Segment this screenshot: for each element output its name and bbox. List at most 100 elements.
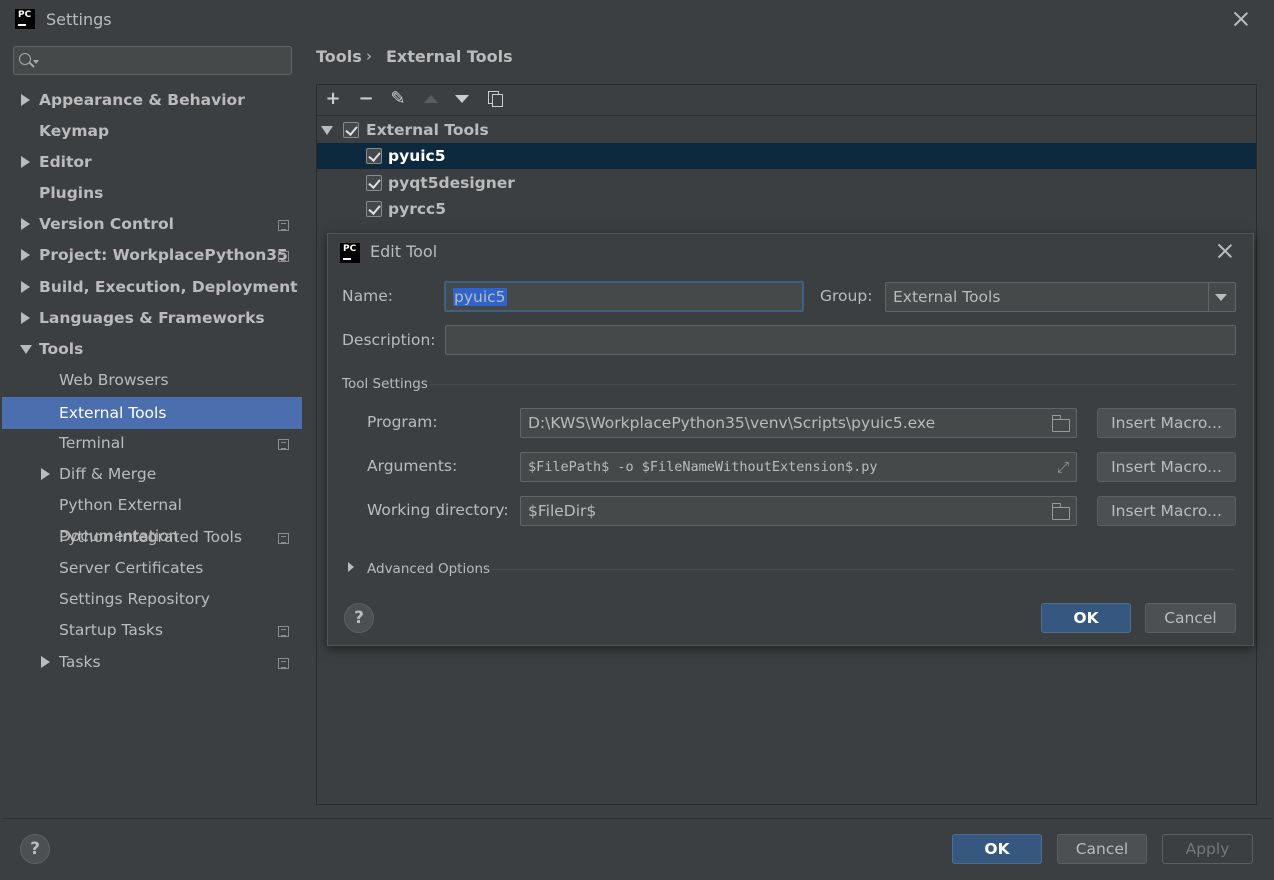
tree-item-pyqt5designer[interactable]: pyqt5designer: [317, 170, 1256, 196]
expand-icon[interactable]: ⤢: [1055, 459, 1071, 475]
breadcrumb-current: External Tools: [386, 47, 513, 66]
sidebar-item-tools[interactable]: Tools: [2, 334, 302, 365]
chevron-right-icon: [41, 468, 50, 480]
chevron-down-icon: [1215, 294, 1227, 301]
checkbox-icon[interactable]: [366, 148, 382, 164]
search-input[interactable]: [13, 46, 292, 75]
arguments-insert-macro-button[interactable]: Insert Macro...: [1097, 452, 1236, 482]
program-field[interactable]: D:\KWS\WorkplacePython35\venv\Scripts\py…: [520, 408, 1077, 438]
sidebar-item-project[interactable]: Project: WorkplacePython35: [2, 240, 302, 271]
sidebar-item-label: Settings Repository: [59, 590, 210, 608]
workdir-label: Working directory:: [367, 501, 509, 519]
checkbox-icon[interactable]: [366, 175, 382, 191]
close-icon[interactable]: [1234, 12, 1248, 26]
workdir-field-value: $FileDir$: [528, 502, 597, 520]
sidebar-item-label: Tasks: [59, 653, 101, 671]
sidebar-item-web-browsers[interactable]: Web Browsers: [2, 365, 302, 396]
ok-button[interactable]: OK: [952, 834, 1042, 864]
dialog-ok-button[interactable]: OK: [1041, 603, 1131, 633]
dialog-help-button[interactable]: ?: [344, 603, 374, 633]
tree-item-pyuic5[interactable]: pyuic5: [317, 143, 1256, 169]
project-scope-icon: [278, 251, 289, 262]
chevron-down-icon: [20, 345, 32, 354]
search-history-chevron-icon[interactable]: [33, 60, 39, 64]
cancel-button[interactable]: Cancel: [1057, 834, 1147, 864]
tree-item-label: pyrcc5: [388, 200, 447, 218]
sidebar-item-settings-repository[interactable]: Settings Repository: [2, 584, 302, 615]
workdir-field[interactable]: $FileDir$: [520, 496, 1077, 526]
sidebar-item-plugins[interactable]: Plugins: [2, 178, 302, 209]
sidebar-item-python-ext-docs[interactable]: Python External Documentation: [2, 490, 302, 545]
breadcrumb-separator: ›: [366, 47, 372, 65]
chevron-right-icon: [21, 156, 30, 168]
chevron-right-icon: [21, 249, 30, 261]
arguments-label: Arguments:: [367, 457, 458, 475]
breadcrumb-parent[interactable]: Tools: [316, 47, 362, 66]
sidebar-item-diff-merge[interactable]: Diff & Merge: [2, 459, 302, 490]
sidebar-item-editor[interactable]: Editor: [2, 147, 302, 178]
sidebar-item-label: Editor: [39, 153, 92, 171]
title-bar: [0, 0, 1274, 38]
divider: [430, 384, 1236, 385]
sidebar-item-label: Web Browsers: [59, 371, 169, 389]
sidebar-item-label: Keymap: [39, 122, 110, 140]
copy-icon[interactable]: [488, 91, 504, 107]
sidebar-item-label: External Tools: [59, 404, 167, 422]
sidebar-item-terminal[interactable]: Terminal: [2, 428, 302, 459]
sidebar-item-label: Diff & Merge: [59, 465, 157, 483]
edit-pencil-icon[interactable]: ✎: [388, 89, 408, 109]
sidebar-item-server-certificates[interactable]: Server Certificates: [2, 553, 302, 584]
group-select[interactable]: External Tools: [885, 282, 1236, 312]
move-up-icon[interactable]: [424, 95, 438, 103]
close-icon[interactable]: [1218, 244, 1232, 258]
arguments-field[interactable]: $FilePath$ -o $FileNameWithoutExtension$…: [520, 452, 1077, 482]
help-button[interactable]: ?: [20, 834, 50, 864]
folder-icon[interactable]: [1051, 415, 1070, 432]
workdir-insert-macro-button[interactable]: Insert Macro...: [1097, 496, 1236, 526]
chevron-right-icon[interactable]: [348, 562, 354, 572]
sidebar-item-build[interactable]: Build, Execution, Deployment: [2, 272, 302, 303]
remove-icon[interactable]: −: [356, 89, 376, 109]
sidebar-item-label: Server Certificates: [59, 559, 204, 577]
sidebar-item-version-control[interactable]: Version Control: [2, 209, 302, 240]
project-scope-icon: [278, 439, 289, 450]
pycharm-logo-icon: PC: [13, 7, 37, 31]
sidebar-item-label: Python Integrated Tools: [59, 528, 242, 546]
window-title: Settings: [46, 10, 112, 29]
sidebar-item-startup-tasks[interactable]: Startup Tasks: [2, 615, 302, 646]
sidebar-item-appearance[interactable]: Appearance & Behavior: [2, 85, 302, 116]
program-field-value: D:\KWS\WorkplacePython35\venv\Scripts\py…: [528, 414, 936, 432]
chevron-right-icon: [21, 312, 30, 324]
sidebar-item-label: Plugins: [39, 184, 104, 202]
project-scope-icon: [278, 626, 289, 637]
sidebar-item-external-tools[interactable]: External Tools: [2, 397, 302, 429]
chevron-right-icon: [21, 281, 30, 293]
tree-item-pyrcc5[interactable]: pyrcc5: [317, 196, 1256, 222]
sidebar-item-tasks[interactable]: Tasks: [2, 647, 302, 678]
sidebar-item-languages[interactable]: Languages & Frameworks: [2, 303, 302, 334]
move-down-icon[interactable]: [455, 95, 469, 103]
divider: [490, 569, 1234, 570]
footer-divider: [2, 818, 1272, 819]
advanced-options-toggle[interactable]: Advanced Options: [367, 561, 490, 577]
sidebar-item-python-integrated-tools[interactable]: Python Integrated Tools: [2, 522, 302, 553]
sidebar-item-label: Appearance & Behavior: [39, 91, 245, 109]
program-insert-macro-button[interactable]: Insert Macro...: [1097, 408, 1236, 438]
tree-group-external-tools[interactable]: External Tools: [317, 117, 1256, 143]
sidebar-item-keymap[interactable]: Keymap: [2, 116, 302, 147]
apply-button[interactable]: Apply: [1162, 834, 1253, 864]
sidebar-item-label: Startup Tasks: [59, 621, 163, 639]
checkbox-icon[interactable]: [343, 122, 359, 138]
name-label: Name:: [342, 287, 393, 305]
name-field[interactable]: pyuic5: [444, 281, 804, 312]
chevron-right-icon: [21, 218, 30, 230]
checkbox-icon[interactable]: [366, 201, 382, 217]
description-field[interactable]: [445, 325, 1236, 355]
add-icon[interactable]: +: [323, 89, 343, 109]
name-field-value: pyuic5: [453, 288, 507, 306]
dialog-cancel-button[interactable]: Cancel: [1145, 603, 1236, 633]
sidebar-item-label: Project: WorkplacePython35: [39, 246, 288, 264]
group-select-value: External Tools: [893, 288, 1001, 306]
tree-item-label: pyqt5designer: [388, 174, 515, 192]
folder-icon[interactable]: [1051, 503, 1070, 520]
